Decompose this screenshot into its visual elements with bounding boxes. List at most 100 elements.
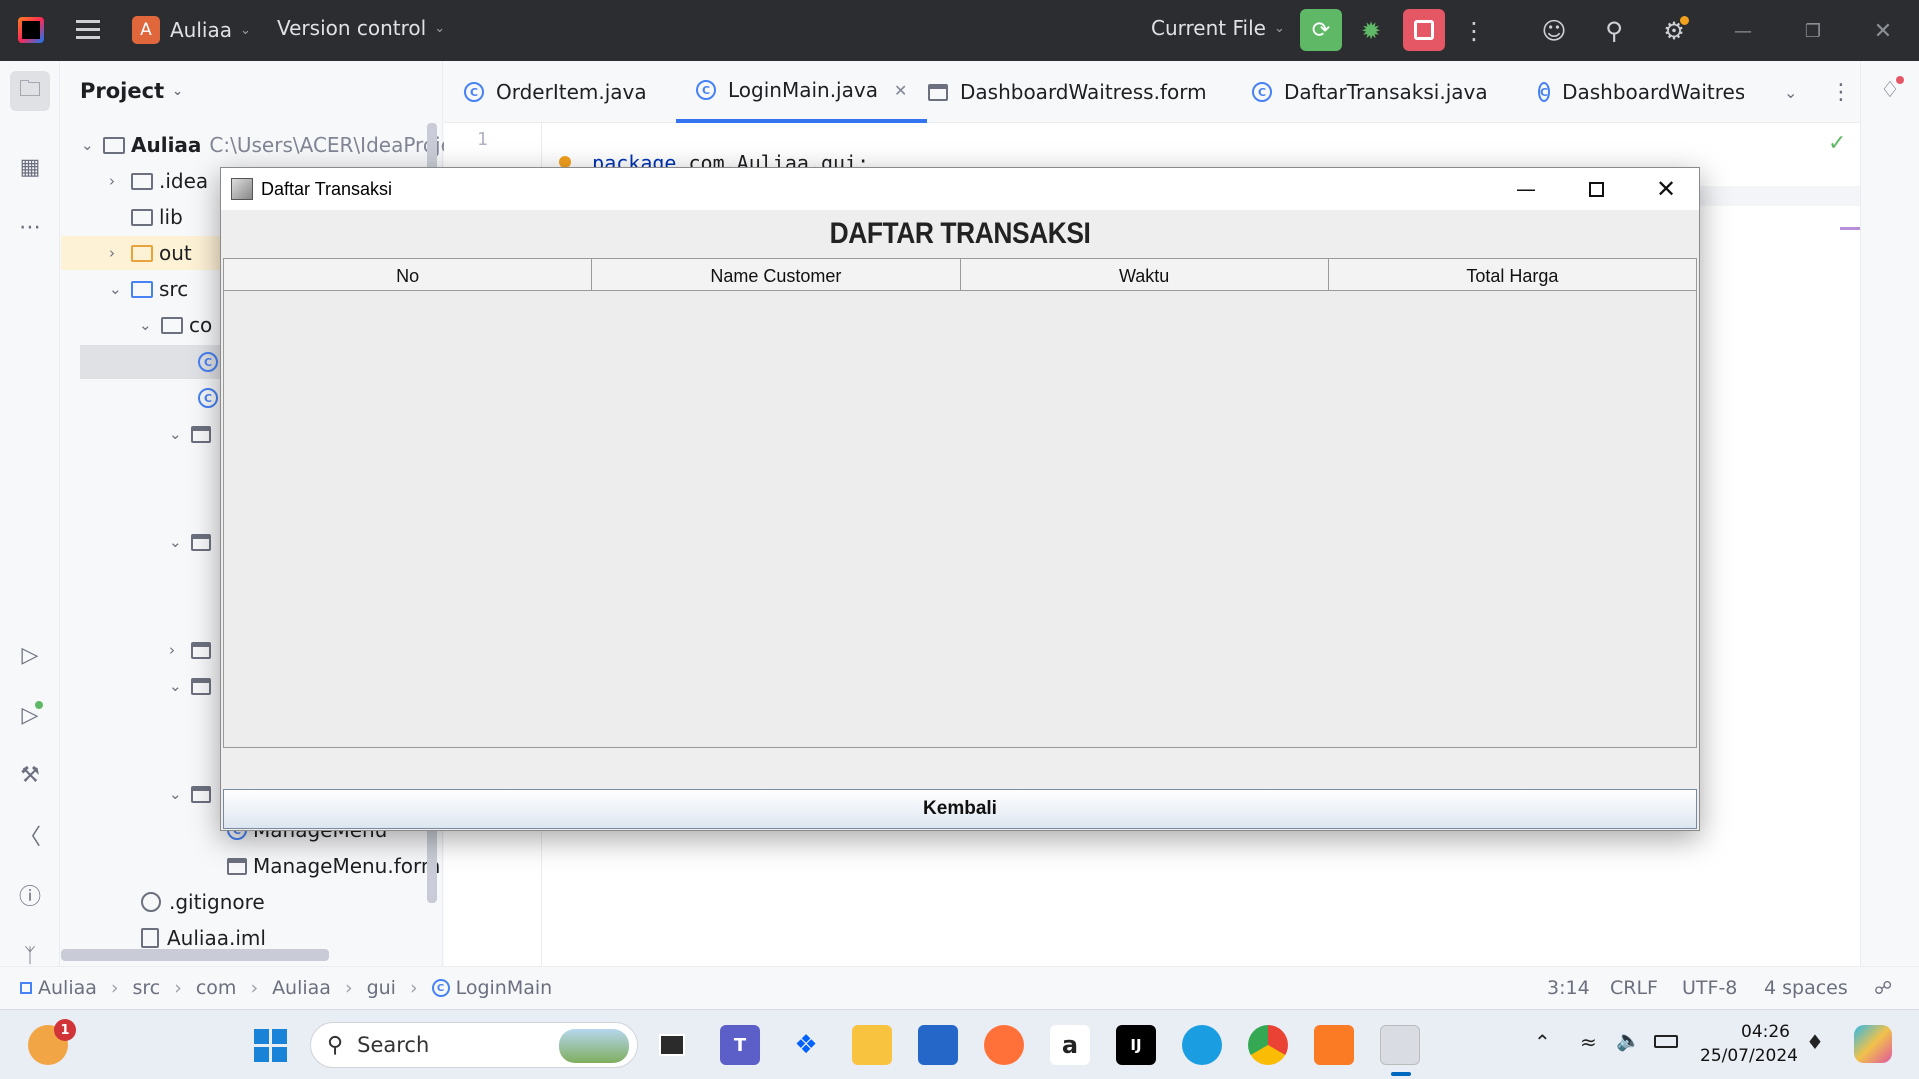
breadcrumb-item[interactable]: src [133, 977, 161, 999]
clock[interactable]: 04:26 25/07/2024 [1700, 1020, 1798, 1068]
battery-icon[interactable] [1654, 1035, 1678, 1048]
debug-button[interactable]: ✹ [1352, 12, 1390, 50]
chevron-down-icon: ⌄ [169, 677, 182, 695]
dropbox-icon[interactable]: ❖ [786, 1025, 826, 1065]
transaction-table[interactable]: No Name Customer Waktu Total Harga [223, 258, 1697, 748]
current-line-highlight [1694, 186, 1860, 206]
package-icon [161, 316, 183, 334]
column-header-no[interactable]: No [224, 259, 593, 290]
line-separator[interactable]: CRLF [1610, 977, 1658, 999]
window-title-bar[interactable]: Daftar Transaksi — ✕ [221, 168, 1699, 210]
minimize-icon[interactable]: — [1491, 168, 1561, 210]
tree-item-managemenu-form[interactable]: ManageMenu.form [227, 849, 440, 883]
copilot-icon[interactable] [1854, 1025, 1892, 1063]
breadcrumb-item[interactable]: Auliaa [38, 977, 97, 999]
tab-more-options-icon[interactable]: ⋮ [1830, 61, 1852, 123]
build-hammer-icon[interactable]: ⚒ [10, 755, 50, 795]
kembali-button[interactable]: Kembali [223, 789, 1697, 829]
task-view-icon[interactable] [652, 1025, 692, 1065]
tree-item-gitignore[interactable]: .gitignore [141, 885, 265, 919]
tab-dashboardwaitress-form[interactable]: DashboardWaitress.form [928, 61, 1207, 123]
tree-item-com[interactable]: ⌄ co [139, 308, 212, 342]
wifi-icon[interactable]: ≈ [1580, 1030, 1597, 1054]
indent-setting[interactable]: 4 spaces [1764, 977, 1848, 999]
column-header-waktu[interactable]: Waktu [961, 259, 1329, 290]
settings-gear-icon[interactable]: ⚙ [1655, 12, 1693, 50]
close-window-icon[interactable]: ✕ [1864, 12, 1902, 50]
tree-item-form-group[interactable]: › [169, 633, 217, 667]
project-panel-header[interactable]: Project ⌄ [80, 79, 183, 103]
restore-window-icon[interactable]: ❐ [1794, 12, 1832, 50]
xampp-icon[interactable] [1314, 1025, 1354, 1065]
lock-icon[interactable]: ☍ [1874, 978, 1892, 999]
file-explorer-icon[interactable] [852, 1025, 892, 1065]
notifications-bell-icon[interactable]: ♢ [1873, 73, 1907, 107]
tree-item-form-group[interactable]: ⌄ [169, 777, 217, 811]
breadcrumb-item[interactable]: gui [367, 977, 396, 999]
problems-icon[interactable]: ⓘ [10, 875, 50, 915]
run-icon[interactable]: ▷ [10, 695, 50, 735]
search-icon[interactable]: ⚲ [1595, 12, 1633, 50]
tree-item-form-group[interactable]: ⌄ [169, 669, 217, 703]
java-app-taskbar-icon[interactable] [1380, 1025, 1420, 1076]
tab-orderitem[interactable]: C OrderItem.java [464, 61, 647, 123]
rerun-button[interactable]: ⟳ [1300, 9, 1342, 51]
maximize-icon[interactable] [1561, 168, 1631, 210]
volume-icon[interactable]: 🔈 [1616, 1028, 1641, 1052]
project-panel-title: Project [80, 79, 165, 103]
tree-item-form-group[interactable]: ⌄ [169, 525, 217, 559]
close-tab-icon[interactable]: ✕ [894, 81, 907, 100]
tab-dashboardwaitress-java[interactable]: C DashboardWaitress.j [1538, 61, 1744, 123]
source-folder-icon [131, 280, 153, 298]
tabs-dropdown-chevron-icon[interactable]: ⌄ [1784, 61, 1797, 123]
chrome-icon[interactable] [1248, 1025, 1288, 1065]
stop-button[interactable] [1403, 9, 1445, 51]
tree-item-lib[interactable]: lib [131, 200, 183, 234]
breadcrumb-item[interactable]: LoginMain [456, 977, 553, 999]
version-control-label: Version control [277, 16, 427, 40]
close-icon[interactable]: ✕ [1631, 168, 1701, 210]
windows-start-icon[interactable] [250, 1025, 290, 1065]
tab-daftartransaksi[interactable]: C DaftarTransaksi.java [1252, 61, 1488, 123]
tree-item-idea[interactable]: › .idea [109, 164, 208, 198]
more-tools-icon[interactable]: ⋯ [10, 207, 50, 247]
tree-item-form-group[interactable]: ⌄ [169, 417, 217, 451]
file-encoding[interactable]: UTF-8 [1682, 977, 1737, 999]
microsoft-store-icon[interactable] [918, 1025, 958, 1065]
version-control-menu[interactable]: Version control ⌄ [277, 16, 445, 40]
notification-bell-icon[interactable]: ♦ [1806, 1030, 1824, 1054]
run-configuration-selector[interactable]: Current File ⌄ [1151, 16, 1285, 40]
teams-icon[interactable]: T [720, 1025, 760, 1065]
tab-loginmain[interactable]: C LoginMain.java ✕ [676, 61, 928, 123]
project-selector[interactable]: A Auliaa ⌄ [132, 16, 251, 44]
services-icon[interactable]: ▷ [10, 635, 50, 675]
chevron-down-icon: ⌄ [239, 22, 251, 38]
minimize-window-icon[interactable]: — [1724, 12, 1762, 50]
firefox-icon[interactable] [984, 1025, 1024, 1065]
column-header-name-customer[interactable]: Name Customer [592, 259, 961, 290]
more-actions-icon[interactable]: ⋮ [1455, 12, 1493, 50]
tree-item-src[interactable]: ⌄ src [109, 272, 188, 306]
add-user-icon[interactable]: ☺ [1535, 12, 1573, 50]
terminal-icon[interactable]: 〈 [10, 815, 50, 855]
project-folder-icon[interactable]: 🗀 [10, 71, 50, 111]
inspection-ok-check-icon[interactable]: ✓ [1828, 131, 1846, 156]
tab-label: DashboardWaitress.j [1562, 80, 1744, 104]
amazon-icon[interactable]: a [1050, 1025, 1090, 1065]
breadcrumb-item[interactable]: com [196, 977, 237, 999]
right-tool-strip: ♢ [1860, 61, 1919, 966]
edge-icon[interactable] [1182, 1025, 1222, 1065]
show-hidden-icons-chevron-icon[interactable]: ⌃ [1534, 1030, 1551, 1054]
line-number: 1 [477, 129, 488, 150]
intellij-taskbar-icon[interactable]: IJ [1116, 1025, 1156, 1065]
tree-root[interactable]: ⌄ Auliaa C:\Users\ACER\IdeaProje [81, 128, 453, 162]
weather-widget-icon[interactable]: 1 [28, 1019, 76, 1065]
structure-icon[interactable]: ▦ [10, 147, 50, 187]
breadcrumb-item[interactable]: Auliaa [272, 977, 331, 999]
intellij-logo-icon[interactable] [18, 17, 44, 43]
horizontal-scrollbar[interactable] [61, 949, 329, 961]
main-menu-icon[interactable] [76, 18, 100, 40]
taskbar-search-box[interactable]: ⚲ Search [310, 1022, 638, 1068]
caret-position[interactable]: 3:14 [1547, 977, 1590, 999]
column-header-total-harga[interactable]: Total Harga [1329, 259, 1696, 290]
